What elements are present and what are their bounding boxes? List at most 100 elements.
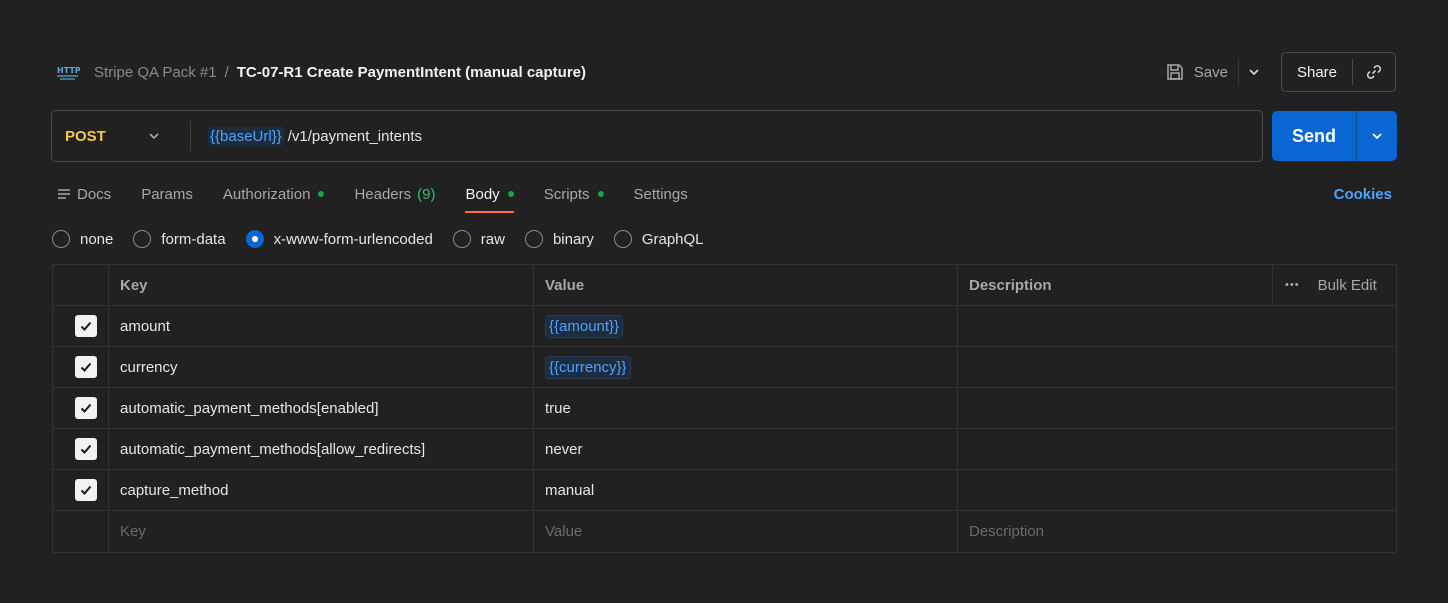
request-tabs: Docs Params Authorization Headers (9) Bo… xyxy=(57,178,718,214)
row-description[interactable] xyxy=(958,470,1396,510)
row-description[interactable] xyxy=(958,388,1396,428)
new-value-input[interactable]: Value xyxy=(534,511,958,552)
tab-label: Headers xyxy=(354,185,412,203)
body-type-form-data[interactable]: form-data xyxy=(133,230,226,248)
request-header: HTTP Stripe QA Pack #1 / TC-07-R1 Create… xyxy=(56,52,1396,92)
column-header-value: Value xyxy=(534,265,958,305)
row-checkbox-cell xyxy=(53,470,109,510)
variable-chip: {{currency}} xyxy=(545,355,631,379)
new-key-input[interactable]: Key xyxy=(109,511,534,552)
headers-count: (9) xyxy=(417,185,436,203)
chevron-down-icon xyxy=(1372,133,1382,140)
svg-text:HTTP: HTTP xyxy=(57,66,80,75)
save-label: Save xyxy=(1193,63,1228,81)
body-params-table: Key Value Description ••• Bulk Edit amou… xyxy=(52,264,1397,553)
status-dot xyxy=(597,191,604,197)
bulk-edit-label: Bulk Edit xyxy=(1317,276,1377,294)
table-row: currency {{currency}} xyxy=(53,347,1396,388)
radio-label: raw xyxy=(480,230,505,248)
radio-button[interactable] xyxy=(52,230,70,248)
row-key[interactable]: automatic_payment_methods[enabled] xyxy=(109,388,534,428)
docs-icon xyxy=(58,189,70,199)
tab-label: Docs xyxy=(77,185,112,203)
body-type-none[interactable]: none xyxy=(52,230,113,248)
breadcrumb-collection[interactable]: Stripe QA Pack #1 xyxy=(94,64,217,81)
row-description[interactable] xyxy=(958,347,1396,387)
radio-button-selected[interactable] xyxy=(245,230,264,248)
row-key[interactable]: automatic_payment_methods[allow_redirect… xyxy=(109,429,534,469)
save-button[interactable]: Save xyxy=(1165,52,1238,92)
radio-button[interactable] xyxy=(133,230,152,248)
send-options-button[interactable] xyxy=(1357,111,1397,161)
tab-body[interactable]: Body xyxy=(465,178,514,213)
checkmark-icon xyxy=(80,362,92,372)
save-options-button[interactable] xyxy=(1239,52,1269,92)
tab-headers[interactable]: Headers (9) xyxy=(354,178,435,210)
row-checkbox[interactable] xyxy=(75,397,97,419)
share-button[interactable]: Share xyxy=(1282,53,1352,91)
table-row: amount {{amount}} xyxy=(53,306,1396,347)
link-icon xyxy=(1366,65,1382,79)
radio-button[interactable] xyxy=(452,230,471,248)
tab-docs[interactable]: Docs xyxy=(57,178,111,210)
variable-chip: {{amount}} xyxy=(545,314,624,338)
row-checkbox[interactable] xyxy=(75,479,97,501)
tab-label: Body xyxy=(465,185,500,203)
row-value[interactable]: manual xyxy=(534,470,958,510)
send-group: Send xyxy=(1272,111,1397,161)
radio-label: none xyxy=(80,230,114,248)
body-type-urlencoded[interactable]: x-www-form-urlencoded xyxy=(245,230,433,248)
status-dot xyxy=(507,191,514,197)
row-key[interactable]: currency xyxy=(109,347,534,387)
send-button[interactable]: Send xyxy=(1272,126,1356,147)
row-checkbox-cell xyxy=(53,511,109,552)
row-key[interactable]: capture_method xyxy=(109,470,534,510)
row-description[interactable] xyxy=(958,306,1396,346)
radio-button[interactable] xyxy=(524,230,543,248)
tab-settings[interactable]: Settings xyxy=(634,178,688,210)
radio-label: GraphQL xyxy=(641,230,704,248)
row-checkbox-cell xyxy=(53,306,109,346)
row-checkbox[interactable] xyxy=(75,315,97,337)
radio-button[interactable] xyxy=(613,230,632,248)
body-type-raw[interactable]: raw xyxy=(452,230,505,248)
checkmark-icon xyxy=(80,321,92,331)
row-checkbox[interactable] xyxy=(75,438,97,460)
url-path: /v1/payment_intents xyxy=(287,127,422,145)
row-key[interactable]: amount xyxy=(109,306,534,346)
table-row: capture_method manual xyxy=(53,470,1396,511)
more-icon[interactable]: ••• xyxy=(1285,279,1300,291)
url-input[interactable]: {{baseUrl}} /v1/payment_intents xyxy=(191,126,422,146)
share-group: Share xyxy=(1280,52,1396,92)
tab-authorization[interactable]: Authorization xyxy=(223,178,325,210)
row-checkbox[interactable] xyxy=(75,356,97,378)
radio-label: binary xyxy=(552,230,594,248)
table-row: automatic_payment_methods[enabled] true xyxy=(53,388,1396,429)
row-value[interactable]: never xyxy=(534,429,958,469)
row-value[interactable]: {{currency}} xyxy=(534,347,958,387)
column-header-description: Description xyxy=(958,265,1273,305)
row-value[interactable]: true xyxy=(534,388,958,428)
new-description-input[interactable]: Description xyxy=(958,511,1396,552)
body-type-graphql[interactable]: GraphQL xyxy=(613,230,704,248)
url-bar: POST {{baseUrl}} /v1/payment_intents xyxy=(51,110,1263,162)
tab-label: Scripts xyxy=(543,185,590,203)
tab-scripts[interactable]: Scripts xyxy=(544,178,604,210)
new-row: Key Value Description xyxy=(53,511,1396,552)
bulk-edit-button[interactable]: ••• Bulk Edit xyxy=(1285,277,1377,294)
request-title[interactable]: TC-07-R1 Create PaymentIntent (manual ca… xyxy=(237,64,586,81)
row-description[interactable] xyxy=(958,429,1396,469)
tab-params[interactable]: Params xyxy=(141,178,193,210)
radio-label: form-data xyxy=(161,230,226,248)
body-type-binary[interactable]: binary xyxy=(524,230,594,248)
chevron-down-icon xyxy=(149,133,159,140)
chevron-down-icon xyxy=(1249,69,1259,76)
table-row: automatic_payment_methods[allow_redirect… xyxy=(53,429,1396,470)
row-checkbox-cell xyxy=(53,347,109,387)
http-request-icon: HTTP xyxy=(56,61,80,83)
copy-link-button[interactable] xyxy=(1353,53,1395,91)
method-select[interactable]: POST xyxy=(52,111,190,161)
cookies-link[interactable]: Cookies xyxy=(1334,186,1392,203)
breadcrumb-separator: / xyxy=(224,63,229,81)
row-value[interactable]: {{amount}} xyxy=(534,306,958,346)
